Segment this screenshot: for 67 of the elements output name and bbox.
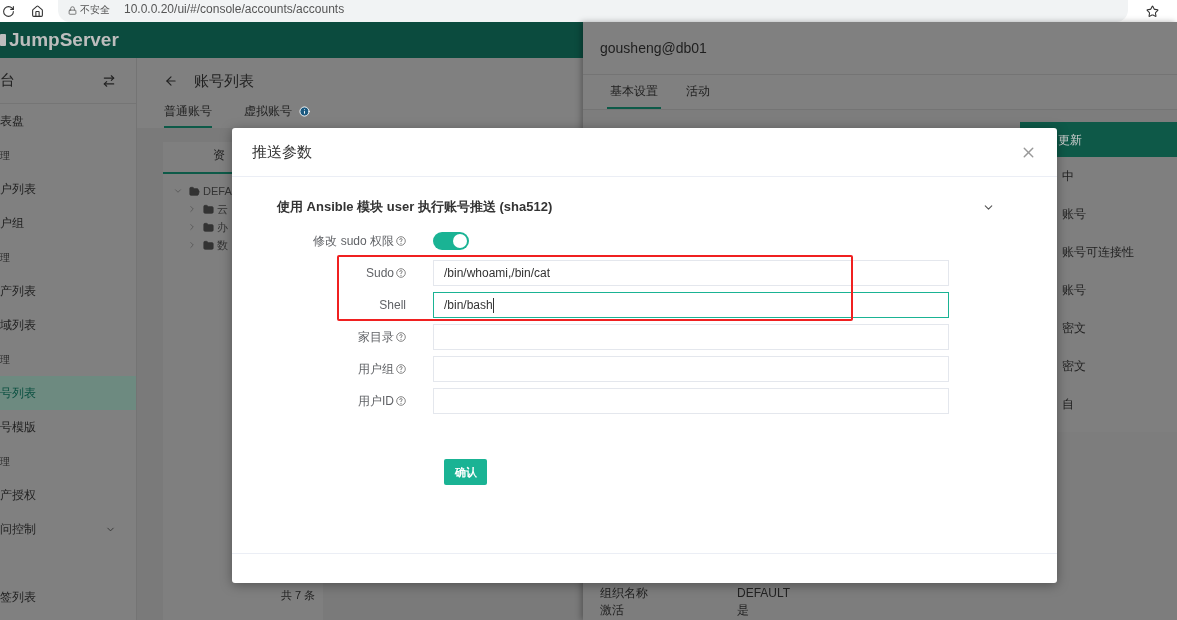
- logo-text: JumpServer: [9, 27, 119, 52]
- detail-value: 是: [737, 602, 749, 617]
- caret-icon[interactable]: [173, 186, 183, 196]
- page-title: 账号列表: [194, 70, 254, 91]
- sidebar-title: 台: [0, 70, 15, 91]
- address-bar[interactable]: 10.0.0.20/ui/#/console/accounts/accounts: [124, 3, 345, 15]
- reload-icon[interactable]: [2, 4, 15, 18]
- lock-icon: [68, 6, 77, 15]
- folder-icon: [189, 185, 200, 197]
- caret-icon[interactable]: [187, 204, 197, 214]
- sidebar-item[interactable]: 号列表: [0, 376, 136, 410]
- tree-item[interactable]: DEFA: [203, 182, 232, 200]
- action-link[interactable]: 自: [1062, 395, 1074, 413]
- action-link[interactable]: 中: [1062, 167, 1074, 185]
- tree-item[interactable]: 云: [217, 200, 228, 218]
- help-icon: [396, 396, 406, 406]
- help-icon: [396, 236, 406, 246]
- action-link[interactable]: 密文: [1062, 357, 1086, 375]
- field-label: 用户组: [358, 361, 394, 378]
- detail-label: 组织名称: [600, 585, 649, 600]
- action-link[interactable]: 账号可连接性: [1062, 243, 1134, 261]
- info-icon: [299, 105, 310, 117]
- tab[interactable]: 虚拟账号: [244, 96, 310, 128]
- input-field[interactable]: /bin/whoami,/bin/cat: [433, 260, 949, 286]
- sidebar-group-label: 理: [0, 352, 10, 367]
- logo-icon: [0, 33, 6, 47]
- detail-value: DEFAULT: [737, 585, 791, 600]
- input-field[interactable]: [433, 356, 949, 382]
- input-field[interactable]: /bin/bash: [433, 292, 949, 318]
- help-icon: [396, 364, 406, 374]
- switch-icon[interactable]: [102, 73, 116, 88]
- home-icon[interactable]: [31, 4, 44, 18]
- field-label: 修改 sudo 权限: [313, 233, 394, 250]
- action-link[interactable]: 密文: [1062, 319, 1086, 337]
- input-field[interactable]: [433, 388, 949, 414]
- help-icon: [396, 268, 406, 278]
- folder-icon: [203, 221, 214, 233]
- tree-item[interactable]: 办: [217, 218, 228, 236]
- input-field[interactable]: [433, 324, 949, 350]
- toggle-switch[interactable]: [433, 232, 469, 250]
- security-label[interactable]: 不安全: [80, 5, 110, 15]
- detail-label: 激活: [600, 602, 625, 617]
- sidebar-group-label: 理: [0, 250, 10, 265]
- tab[interactable]: 活动: [683, 75, 713, 109]
- star-icon[interactable]: [1146, 4, 1159, 18]
- caret-icon[interactable]: [187, 222, 197, 232]
- field-label: Shell: [379, 297, 406, 314]
- help-icon: [396, 332, 406, 342]
- sidebar-group-label: 理: [0, 454, 10, 469]
- sidebar-group-label: 理: [0, 148, 10, 163]
- caret-icon[interactable]: [187, 240, 197, 250]
- tree-tab[interactable]: 资: [213, 146, 225, 164]
- field-label: 用户ID: [358, 393, 394, 410]
- section-title: 使用 Ansible 模块 user 执行账号推送 (sha512): [277, 198, 553, 217]
- field-label: 家目录: [358, 329, 394, 346]
- tab[interactable]: 基本设置: [607, 75, 661, 109]
- dialog-title: 推送参数: [252, 141, 312, 162]
- action-link[interactable]: 账号: [1062, 281, 1086, 299]
- field-label: Sudo: [365, 265, 394, 282]
- action-link[interactable]: 账号: [1062, 205, 1086, 223]
- tree-item[interactable]: 数: [217, 236, 228, 254]
- folder-icon: [203, 239, 214, 251]
- back-icon[interactable]: [164, 74, 178, 88]
- confirm-button[interactable]: 确认: [444, 459, 487, 486]
- drawer-title: gousheng@db01: [600, 38, 707, 58]
- folder-icon: [203, 203, 214, 215]
- total-count: 共 7 条: [281, 587, 316, 603]
